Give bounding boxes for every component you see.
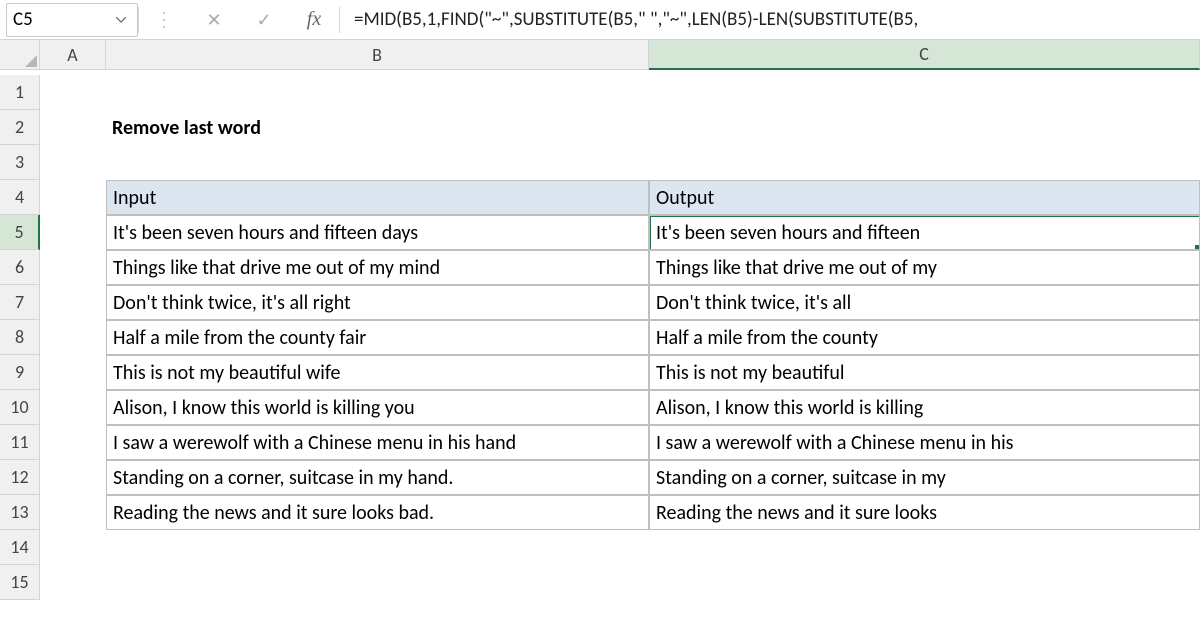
cell-C11[interactable]: I saw a werewolf with a Chinese menu in …: [649, 425, 1200, 460]
cell-A7[interactable]: [40, 285, 106, 320]
cell-B13[interactable]: Reading the news and it sure looks bad.: [106, 495, 649, 530]
cell-C12[interactable]: Standing on a corner, suitcase in my: [649, 460, 1200, 495]
insert-function-button[interactable]: fx: [289, 0, 339, 39]
cell-B14[interactable]: [106, 530, 649, 565]
cell-C2[interactable]: [649, 110, 1200, 145]
page-title[interactable]: Remove last word: [106, 110, 649, 145]
cell-A14[interactable]: [40, 530, 106, 565]
name-box[interactable]: C5: [6, 3, 138, 37]
select-all-corner[interactable]: [0, 40, 40, 70]
row-header-4[interactable]: 4: [0, 180, 40, 215]
row-header-7[interactable]: 7: [0, 285, 40, 320]
cell-C7[interactable]: Don't think twice, it's all: [649, 285, 1200, 320]
cell-B9[interactable]: This is not my beautiful wife: [106, 355, 649, 390]
cell-C3[interactable]: [649, 145, 1200, 180]
cancel-icon[interactable]: ✕: [189, 0, 239, 39]
table-header-input[interactable]: Input: [106, 180, 649, 215]
col-header-B[interactable]: B: [106, 40, 649, 70]
col-header-A[interactable]: A: [40, 40, 106, 70]
cell-A10[interactable]: [40, 390, 106, 425]
formula-buttons: ✕ ✓ fx: [139, 0, 339, 39]
formula-input[interactable]: =MID(B5,1,FIND("~",SUBSTITUTE(B5," ","~"…: [340, 0, 1200, 39]
cell-B1[interactable]: [106, 75, 649, 110]
cell-A1[interactable]: [40, 75, 106, 110]
cell-A2[interactable]: [40, 110, 106, 145]
name-box-value: C5: [13, 8, 111, 31]
row-header-15[interactable]: 15: [0, 565, 40, 600]
cell-C9[interactable]: This is not my beautiful: [649, 355, 1200, 390]
cell-C6[interactable]: Things like that drive me out of my: [649, 250, 1200, 285]
row-header-10[interactable]: 10: [0, 390, 40, 425]
cell-C15[interactable]: [649, 565, 1200, 600]
row-header-6[interactable]: 6: [0, 250, 40, 285]
cell-B12[interactable]: Standing on a corner, suitcase in my han…: [106, 460, 649, 495]
enter-icon[interactable]: ✓: [239, 0, 289, 39]
cell-C8[interactable]: Half a mile from the county: [649, 320, 1200, 355]
row-header-9[interactable]: 9: [0, 355, 40, 390]
cell-C5[interactable]: It's been seven hours and fifteen: [649, 215, 1200, 250]
row-header-12[interactable]: 12: [0, 460, 40, 495]
cell-A13[interactable]: [40, 495, 106, 530]
row-header-8[interactable]: 8: [0, 320, 40, 355]
cell-A11[interactable]: [40, 425, 106, 460]
row-header-3[interactable]: 3: [0, 145, 40, 180]
cell-B11[interactable]: I saw a werewolf with a Chinese menu in …: [106, 425, 649, 460]
cell-B3[interactable]: [106, 145, 649, 180]
cell-B5[interactable]: It's been seven hours and fifteen days: [106, 215, 649, 250]
cell-B15[interactable]: [106, 565, 649, 600]
table-header-output[interactable]: Output: [649, 180, 1200, 215]
row-header-14[interactable]: 14: [0, 530, 40, 565]
cell-A3[interactable]: [40, 145, 106, 180]
cell-B10[interactable]: Alison, I know this world is killing you: [106, 390, 649, 425]
cell-B8[interactable]: Half a mile from the county fair: [106, 320, 649, 355]
row-header-11[interactable]: 11: [0, 425, 40, 460]
cell-B6[interactable]: Things like that drive me out of my mind: [106, 250, 649, 285]
spreadsheet-grid[interactable]: A B C 1 2 Remove last word 3 4 Input Out…: [0, 40, 1200, 600]
cell-A6[interactable]: [40, 250, 106, 285]
cell-C1[interactable]: [649, 75, 1200, 110]
col-header-C[interactable]: C: [649, 40, 1200, 70]
row-header-13[interactable]: 13: [0, 495, 40, 530]
cell-A5[interactable]: [40, 215, 106, 250]
cell-C14[interactable]: [649, 530, 1200, 565]
name-box-dropdown-icon[interactable]: [111, 17, 131, 23]
row-header-2[interactable]: 2: [0, 110, 40, 145]
cell-A8[interactable]: [40, 320, 106, 355]
cell-A12[interactable]: [40, 460, 106, 495]
dotted-handle-icon: [139, 0, 189, 39]
cell-A4[interactable]: [40, 180, 106, 215]
cell-C13[interactable]: Reading the news and it sure looks: [649, 495, 1200, 530]
row-header-1[interactable]: 1: [0, 75, 40, 110]
cell-B7[interactable]: Don't think twice, it's all right: [106, 285, 649, 320]
formula-bar: C5 ✕ ✓ fx =MID(B5,1,FIND("~",SUBSTITUTE(…: [0, 0, 1200, 40]
row-header-5[interactable]: 5: [0, 215, 40, 250]
cell-C10[interactable]: Alison, I know this world is killing: [649, 390, 1200, 425]
cell-A9[interactable]: [40, 355, 106, 390]
cell-A15[interactable]: [40, 565, 106, 600]
